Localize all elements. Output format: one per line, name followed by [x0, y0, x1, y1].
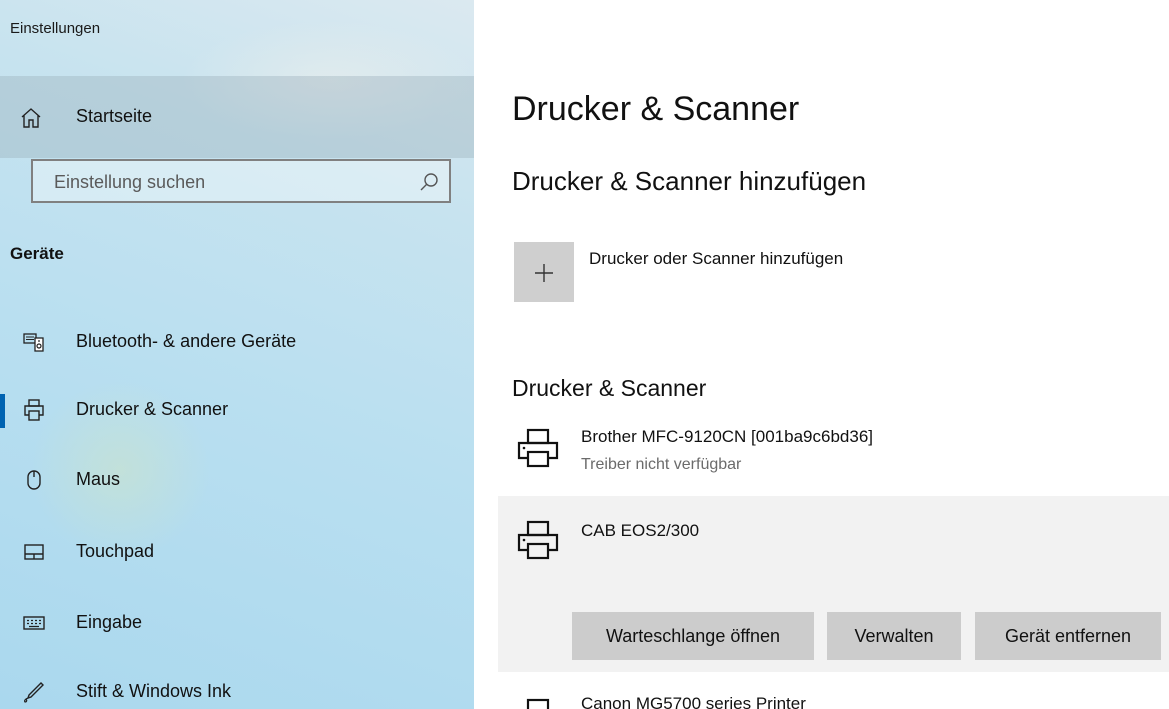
sidebar-item-pen[interactable]: Stift & Windows Ink: [0, 672, 474, 709]
keyboard-icon: [23, 616, 45, 630]
sidebar-item-label: Touchpad: [76, 541, 155, 561]
remove-device-button[interactable]: Gerät entfernen: [975, 612, 1161, 660]
sidebar-item-label: Bluetooth- & andere Geräte: [76, 331, 297, 351]
sidebar-item-label: Eingabe: [76, 612, 143, 632]
app-title: Einstellungen: [10, 20, 101, 37]
touchpad-icon: [24, 544, 44, 560]
device-name: Brother MFC-9120CN [001ba9c6bd36]: [581, 427, 873, 446]
bluetooth-devices-icon: [23, 333, 44, 352]
sidebar-item-label: Stift & Windows Ink: [76, 681, 232, 701]
printer-icon: [517, 520, 559, 560]
add-printer-label[interactable]: Drucker oder Scanner hinzufügen: [589, 249, 843, 269]
printer-icon: [526, 698, 550, 709]
device-name: CAB EOS2/300: [581, 521, 700, 540]
search-input[interactable]: Einstellung suchen: [31, 159, 451, 203]
sidebar-item-label: Maus: [76, 469, 121, 489]
sidebar-item-bluetooth[interactable]: Bluetooth- & andere Geräte: [0, 322, 474, 362]
search-placeholder: Einstellung suchen: [54, 172, 206, 192]
printer-icon: [517, 428, 559, 468]
device-name: Canon MG5700 series Printer: [581, 694, 806, 709]
sidebar: Einstellungen Startseite Einstellung suc…: [0, 0, 474, 709]
manage-button[interactable]: Verwalten: [827, 612, 961, 660]
plus-icon: [535, 264, 553, 282]
sidebar-item-label: Drucker & Scanner: [76, 399, 229, 419]
device-status: Treiber nicht verfügbar: [581, 456, 742, 473]
sidebar-item-mouse[interactable]: Maus: [0, 460, 474, 500]
open-queue-button[interactable]: Warteschlange öffnen: [572, 612, 814, 660]
list-item-selected[interactable]: CAB EOS2/300 Warteschlange öffnen Verwal…: [498, 496, 1169, 672]
list-item[interactable]: Canon MG5700 series Printer: [498, 672, 1169, 709]
printer-icon: [24, 399, 44, 421]
main-content: Drucker & Scanner Drucker & Scanner hinz…: [474, 0, 1169, 709]
add-section-title: Drucker & Scanner hinzufügen: [512, 166, 867, 196]
home-button[interactable]: Startseite: [0, 76, 474, 158]
sidebar-item-printers[interactable]: Drucker & Scanner: [0, 390, 474, 430]
printer-list-title: Drucker & Scanner: [512, 375, 707, 401]
section-heading: Geräte: [10, 244, 64, 263]
list-item[interactable]: Brother MFC-9120CN [001ba9c6bd36] Treibe…: [498, 420, 1169, 496]
add-printer-button[interactable]: [514, 242, 574, 302]
mouse-icon: [27, 470, 41, 490]
sidebar-item-touchpad[interactable]: Touchpad: [0, 532, 474, 572]
search-icon[interactable]: [418, 171, 440, 193]
home-icon: [21, 108, 41, 128]
pen-icon: [24, 682, 44, 703]
page-title: Drucker & Scanner: [512, 90, 800, 128]
home-label: Startseite: [76, 106, 153, 126]
sidebar-item-input[interactable]: Eingabe: [0, 603, 474, 643]
